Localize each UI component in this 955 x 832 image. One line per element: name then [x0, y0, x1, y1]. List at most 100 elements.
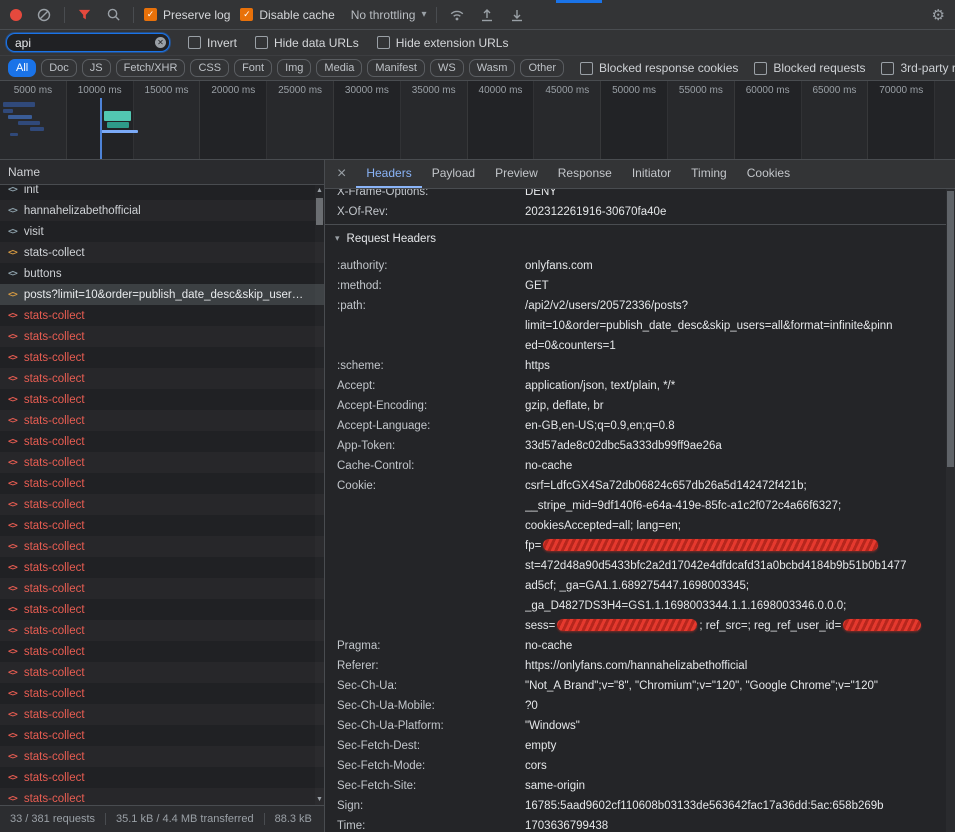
header-row: App-Token:33d57ade8c02dbc5a333db99ff9ae2…: [325, 436, 946, 456]
request-row[interactable]: <>stats-collect: [0, 725, 324, 746]
request-row[interactable]: <>stats-collect: [0, 242, 324, 263]
request-name: stats-collect: [24, 541, 85, 553]
hide-data-urls-checkbox[interactable]: Hide data URLs: [255, 36, 359, 50]
type-filter-fetch-xhr[interactable]: Fetch/XHR: [116, 59, 186, 77]
request-row[interactable]: <>stats-collect: [0, 662, 324, 683]
header-value: https://onlyfans.com/hannahelizabethoffi…: [525, 656, 946, 676]
header-name: Referer:: [325, 656, 525, 676]
request-row[interactable]: <>stats-collect: [0, 746, 324, 767]
settings-button[interactable]: ⚙: [930, 4, 947, 26]
header-value: same-origin: [525, 776, 946, 796]
tab-initiator[interactable]: Initiator: [622, 160, 681, 188]
header-row: :method:GET: [325, 276, 946, 296]
type-filter-img[interactable]: Img: [277, 59, 311, 77]
filter-button[interactable]: [75, 5, 94, 24]
request-row[interactable]: <>buttons: [0, 263, 324, 284]
3rd-party-requests-checkbox[interactable]: 3rd-party requests: [881, 61, 955, 75]
tab-preview[interactable]: Preview: [485, 160, 548, 188]
overview-time-label: 60000 ms: [735, 85, 801, 96]
search-icon: [106, 7, 121, 22]
close-details-icon[interactable]: ×: [337, 166, 346, 182]
header-row: Sec-Fetch-Mode:cors: [325, 756, 946, 776]
type-filter-other[interactable]: Other: [520, 59, 564, 77]
header-value: DENY: [525, 189, 946, 202]
request-row[interactable]: <>hannahelizabethofficial: [0, 200, 324, 221]
request-row[interactable]: <>stats-collect: [0, 536, 324, 557]
tab-payload[interactable]: Payload: [422, 160, 485, 188]
type-filter-wasm[interactable]: Wasm: [469, 59, 516, 77]
request-row[interactable]: <>stats-collect: [0, 767, 324, 788]
request-row[interactable]: <>visit: [0, 221, 324, 242]
type-filter-js[interactable]: JS: [82, 59, 111, 77]
status-segment: 33 / 381 requests: [0, 813, 105, 825]
scrollbar-thumb[interactable]: [947, 191, 954, 467]
tab-cookies[interactable]: Cookies: [737, 160, 800, 188]
tab-response[interactable]: Response: [548, 160, 622, 188]
checkbox-checked-icon: [144, 8, 157, 21]
request-row[interactable]: <>stats-collect: [0, 494, 324, 515]
type-filter-font[interactable]: Font: [234, 59, 272, 77]
request-row[interactable]: <>stats-collect: [0, 326, 324, 347]
request-list-scrollbar[interactable]: ▲ ▼: [315, 185, 324, 805]
filter-input[interactable]: [6, 33, 170, 52]
header-row: Accept-Encoding:gzip, deflate, br: [325, 396, 946, 416]
import-har-button[interactable]: [477, 5, 497, 25]
hide-extension-urls-checkbox[interactable]: Hide extension URLs: [377, 36, 509, 50]
request-row[interactable]: <>stats-collect: [0, 704, 324, 725]
type-filter-media[interactable]: Media: [316, 59, 362, 77]
header-value: ?0: [525, 696, 946, 716]
tab-headers[interactable]: Headers: [356, 160, 421, 188]
cookie-text: cookiesAccepted=all; lang=en;: [525, 520, 681, 532]
record-button[interactable]: [8, 7, 24, 23]
request-row[interactable]: <>stats-collect: [0, 368, 324, 389]
request-row[interactable]: <>stats-collect: [0, 557, 324, 578]
type-filter-all[interactable]: All: [8, 59, 36, 77]
request-row[interactable]: <>stats-collect: [0, 389, 324, 410]
request-row[interactable]: <>stats-collect: [0, 431, 324, 452]
network-conditions-button[interactable]: [447, 5, 467, 25]
request-row[interactable]: <>stats-collect: [0, 620, 324, 641]
search-button[interactable]: [104, 5, 123, 24]
header-name: Sec-Fetch-Site:: [325, 776, 525, 796]
request-row[interactable]: <>stats-collect: [0, 599, 324, 620]
scroll-up-icon[interactable]: ▲: [315, 187, 324, 194]
request-row[interactable]: <>init: [0, 185, 324, 200]
request-row[interactable]: <>stats-collect: [0, 515, 324, 536]
scrollbar-thumb[interactable]: [316, 198, 323, 225]
request-row[interactable]: <>stats-collect: [0, 473, 324, 494]
overview-column: 70000 ms: [868, 81, 935, 159]
failed-request-icon: <>: [8, 647, 17, 657]
details-scrollbar[interactable]: [946, 189, 955, 832]
request-row[interactable]: <>stats-collect: [0, 683, 324, 704]
request-row[interactable]: <>posts?limit=10&order=publish_date_desc…: [0, 284, 324, 305]
type-filter-css[interactable]: CSS: [190, 59, 229, 77]
request-row[interactable]: <>stats-collect: [0, 578, 324, 599]
failed-request-icon: <>: [8, 353, 17, 363]
request-row[interactable]: <>stats-collect: [0, 305, 324, 326]
request-headers-section-header[interactable]: ▾ Request Headers: [325, 225, 946, 252]
header-value: GET: [525, 276, 946, 296]
request-row[interactable]: <>stats-collect: [0, 788, 324, 805]
scroll-down-icon[interactable]: ▼: [315, 796, 324, 803]
type-filter-manifest[interactable]: Manifest: [367, 59, 425, 77]
invert-checkbox[interactable]: Invert: [188, 36, 237, 50]
clear-button[interactable]: [34, 5, 54, 25]
disable-cache-checkbox[interactable]: Disable cache: [240, 8, 334, 22]
request-row[interactable]: <>stats-collect: [0, 347, 324, 368]
preserve-log-checkbox[interactable]: Preserve log: [144, 8, 230, 22]
export-har-button[interactable]: [507, 5, 527, 25]
type-filter-ws[interactable]: WS: [430, 59, 464, 77]
request-row[interactable]: <>stats-collect: [0, 410, 324, 431]
blocked-requests-checkbox[interactable]: Blocked requests: [754, 61, 865, 75]
type-filter-doc[interactable]: Doc: [41, 59, 77, 77]
request-row[interactable]: <>stats-collect: [0, 452, 324, 473]
name-column-header[interactable]: Name: [0, 160, 324, 185]
tab-timing[interactable]: Timing: [681, 160, 737, 188]
throttling-dropdown[interactable]: No throttling ▾: [351, 8, 427, 22]
request-row[interactable]: <>stats-collect: [0, 641, 324, 662]
clear-filter-icon[interactable]: ✕: [155, 37, 166, 48]
failed-request-icon: <>: [8, 689, 17, 699]
blocked-response-cookies-checkbox[interactable]: Blocked response cookies: [580, 61, 738, 75]
timeline-overview[interactable]: 5000 ms10000 ms15000 ms20000 ms25000 ms3…: [0, 81, 955, 160]
request-name: stats-collect: [24, 310, 85, 322]
